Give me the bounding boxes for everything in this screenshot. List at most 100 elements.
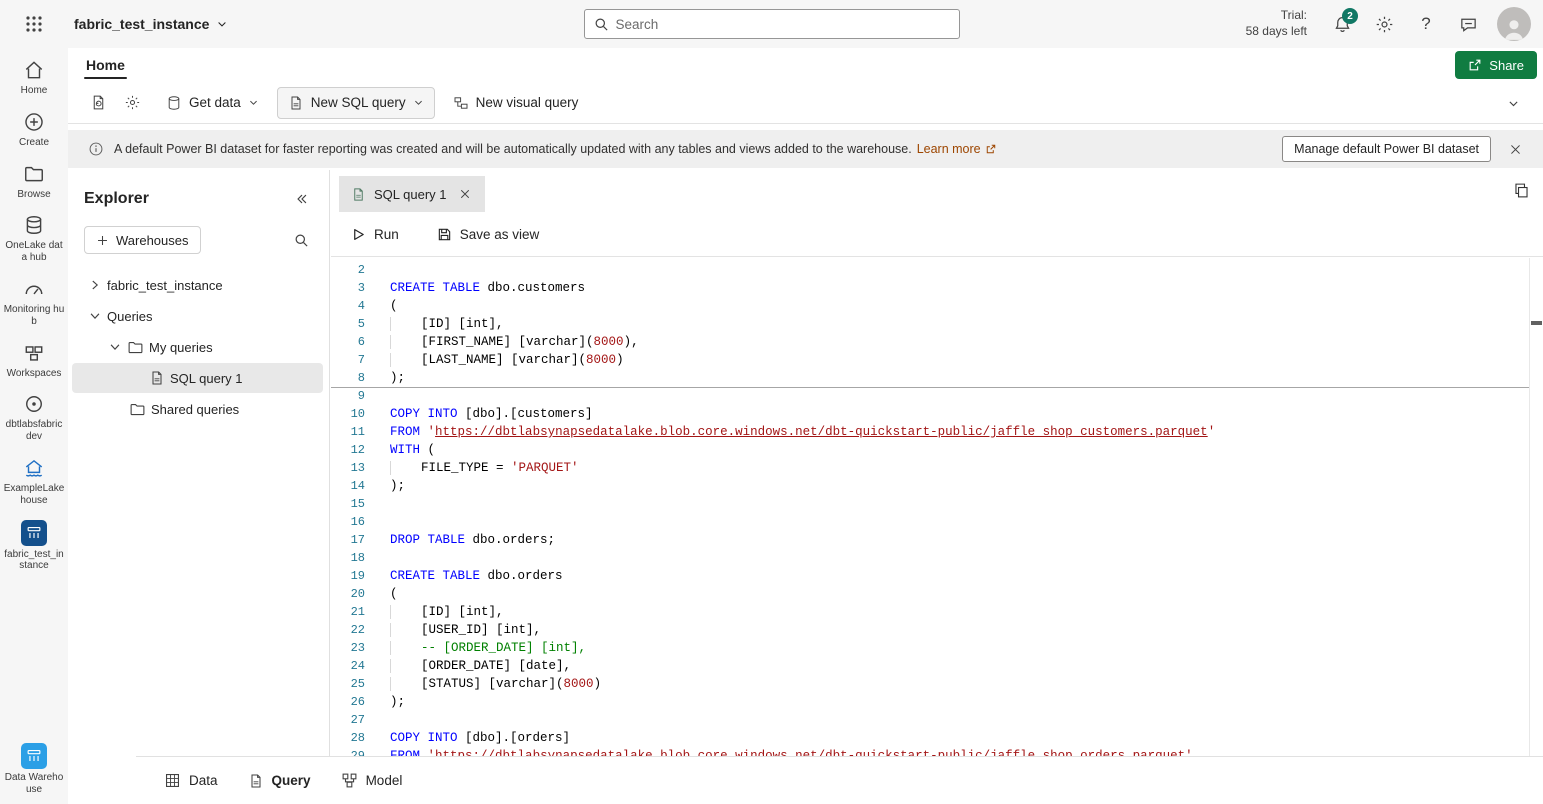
manage-dataset-button[interactable]: Manage default Power BI dataset [1282, 136, 1491, 162]
chevron-right-icon[interactable] [88, 278, 102, 292]
code-line[interactable]: 5 [ID] [int], [331, 315, 1543, 333]
nav-rail-item-dbtlabsfabricdev[interactable]: dbtlabsfabricdev [2, 392, 66, 443]
workspace-switcher[interactable]: fabric_test_instance [68, 12, 234, 36]
tree-item-label: Shared queries [151, 402, 239, 417]
learn-more-link[interactable]: Learn more [917, 142, 997, 156]
code-line[interactable]: 11FROM 'https://dbtlabsynapsedatalake.bl… [331, 423, 1543, 441]
code-line[interactable]: 10COPY INTO [dbo].[customers] [331, 405, 1543, 423]
code-line[interactable]: 9 [331, 387, 1543, 405]
code-area[interactable]: 23CREATE TABLE dbo.customers4(5 [ID] [in… [331, 258, 1543, 756]
chevron-down-icon[interactable] [108, 340, 122, 354]
code-line[interactable]: 27 [331, 711, 1543, 729]
code-line[interactable]: 12WITH ( [331, 441, 1543, 459]
code-line[interactable]: 23 -- [ORDER_DATE] [int], [331, 639, 1543, 657]
code-line[interactable]: 26); [331, 693, 1543, 711]
save-as-view-button[interactable]: Save as view [431, 218, 546, 250]
nav-rail-item-browse[interactable]: Browse [2, 162, 66, 201]
code-line[interactable]: 13 FILE_TYPE = 'PARQUET' [331, 459, 1543, 477]
code-line[interactable]: 24 [ORDER_DATE] [date], [331, 657, 1543, 675]
dismiss-banner-button[interactable] [1501, 135, 1529, 163]
tree-item-queries[interactable]: Queries [72, 301, 323, 331]
search-box[interactable] [584, 9, 960, 39]
duplicate-tab-button[interactable] [1513, 182, 1530, 199]
share-button[interactable]: Share [1455, 51, 1537, 79]
collapse-explorer-button[interactable] [289, 186, 315, 212]
nav-rail-item-create[interactable]: Create [2, 110, 66, 149]
nav-rail-item-workspaces[interactable]: Workspaces [2, 341, 66, 380]
close-tab-button[interactable] [455, 184, 475, 204]
rail-item-label: Home [3, 85, 65, 97]
run-label: Run [374, 227, 399, 242]
code-line[interactable]: 4( [331, 297, 1543, 315]
tab-sql-query-1[interactable]: SQL query 1 [339, 176, 485, 212]
code-line[interactable]: 8); [331, 369, 1543, 387]
settings-button[interactable] [1367, 7, 1401, 41]
code-line[interactable]: 15 [331, 495, 1543, 513]
settings-ribbon-button[interactable] [116, 87, 148, 119]
code-line[interactable]: 7 [LAST_NAME] [varchar](8000) [331, 351, 1543, 369]
share-label: Share [1489, 58, 1524, 73]
bottom-tab-query[interactable]: Query [236, 757, 323, 804]
tree-item-fabric-test-instance[interactable]: fabric_test_instance [72, 270, 323, 300]
collapse-ribbon-button[interactable] [1497, 87, 1529, 119]
code-line[interactable]: 3CREATE TABLE dbo.customers [331, 279, 1543, 297]
line-number: 24 [331, 657, 365, 675]
new-visual-query-button[interactable]: New visual query [443, 87, 589, 119]
nav-rail-item-data-warehouse[interactable]: Data Warehouse [2, 743, 66, 796]
notifications-button[interactable]: 2 [1325, 7, 1359, 41]
home-icon [22, 58, 46, 82]
query-icon [248, 773, 264, 789]
feedback-button[interactable] [1451, 7, 1485, 41]
explorer-search-button[interactable] [287, 226, 315, 254]
nav-rail-item-examplelakehouse[interactable]: ExampleLakehouse [2, 456, 66, 507]
code-line[interactable]: 21 [ID] [int], [331, 603, 1543, 621]
bottom-tab-model[interactable]: Model [329, 757, 415, 804]
nav-rail-item-monitoring-hub[interactable]: Monitoring hub [2, 277, 66, 328]
get-data-button[interactable]: Get data [156, 87, 269, 119]
new-sql-query-button[interactable]: New SQL query [277, 87, 435, 119]
person-icon [1501, 15, 1527, 41]
line-number: 16 [331, 513, 365, 531]
line-content: FROM 'https://dbtlabsynapsedatalake.blob… [365, 423, 1215, 441]
add-warehouses-button[interactable]: Warehouses [84, 226, 201, 254]
tree-item-my-queries[interactable]: My queries [72, 332, 323, 362]
nav-rail-item-onelake-data-hub[interactable]: OneLake data hub [2, 213, 66, 264]
nav-rail-item-home[interactable]: Home [2, 58, 66, 97]
tree-item-sql-query-1[interactable]: SQL query 1 [72, 363, 323, 393]
bottom-tab-data[interactable]: Data [152, 757, 230, 804]
code-line[interactable]: 17DROP TABLE dbo.orders; [331, 531, 1543, 549]
close-icon [459, 188, 471, 200]
refresh-button[interactable] [82, 87, 114, 119]
tree-item-shared-queries[interactable]: Shared queries [72, 394, 323, 424]
account-avatar[interactable] [1497, 7, 1531, 41]
code-line[interactable]: 19CREATE TABLE dbo.orders [331, 567, 1543, 585]
run-button[interactable]: Run [345, 218, 405, 250]
nav-rail-item-fabric-test-instance[interactable]: fabric_test_instance [2, 520, 66, 573]
bottom-tab-label: Model [366, 773, 403, 788]
chevron-down-icon[interactable] [88, 309, 102, 323]
help-button[interactable]: ? [1409, 7, 1443, 41]
line-content: DROP TABLE dbo.orders; [365, 531, 555, 549]
code-line[interactable]: 6 [FIRST_NAME] [varchar](8000), [331, 333, 1543, 351]
code-line[interactable]: 16 [331, 513, 1543, 531]
code-line[interactable]: 22 [USER_ID] [int], [331, 621, 1543, 639]
feedback-icon [1459, 15, 1478, 34]
code-line[interactable]: 28COPY INTO [dbo].[orders] [331, 729, 1543, 747]
search-input[interactable] [616, 17, 950, 32]
create-icon [22, 110, 46, 134]
sql-file-icon [288, 95, 304, 111]
tab-home[interactable]: Home [84, 48, 127, 82]
rail-item-label: Monitoring hub [3, 304, 65, 328]
code-line[interactable]: 14); [331, 477, 1543, 495]
code-line[interactable]: 29FROM 'https://dbtlabsynapsedatalake.bl… [331, 747, 1543, 756]
code-line[interactable]: 25 [STATUS] [varchar](8000) [331, 675, 1543, 693]
line-number: 23 [331, 639, 365, 657]
code-line[interactable]: 20( [331, 585, 1543, 603]
line-number: 15 [331, 495, 365, 513]
app-launcher-button[interactable] [0, 0, 68, 48]
query-editor: SQL query 1 Run Save as view [331, 170, 1543, 756]
code-line[interactable]: 18 [331, 549, 1543, 567]
code-line[interactable]: 2 [331, 261, 1543, 279]
chevron-down-icon [1507, 97, 1520, 110]
editor-scrollbar[interactable] [1529, 258, 1543, 756]
